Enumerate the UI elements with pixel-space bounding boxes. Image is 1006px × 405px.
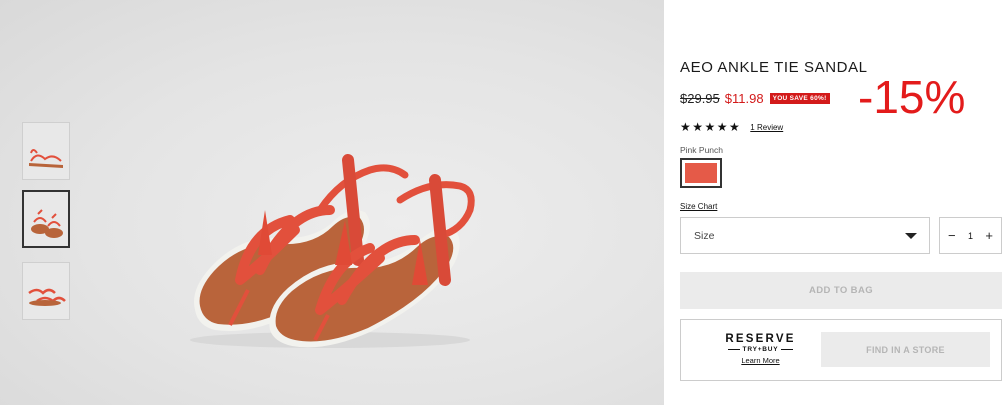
sale-price: $11.98 bbox=[724, 90, 764, 106]
reserve-logo: RESERVE TRY+BUY Learn More bbox=[703, 333, 818, 365]
quantity-stepper: − 1 + bbox=[939, 217, 1002, 254]
reserve-title: RESERVE bbox=[725, 333, 796, 345]
size-select[interactable]: Size bbox=[680, 217, 930, 254]
thumbnail-1[interactable] bbox=[22, 122, 70, 180]
quantity-value: 1 bbox=[967, 230, 973, 241]
thumbnail-3[interactable] bbox=[22, 262, 70, 320]
swatch-fill bbox=[685, 163, 717, 183]
caret-down-icon bbox=[905, 232, 917, 239]
quantity-minus-button[interactable]: − bbox=[948, 228, 956, 243]
find-in-store-button[interactable]: FIND IN A STORE bbox=[821, 332, 990, 367]
quantity-plus-button[interactable]: + bbox=[985, 228, 993, 243]
star-rating-icon: ★★★★★ bbox=[680, 120, 742, 134]
product-image-area bbox=[0, 0, 664, 405]
color-swatch-pink-punch[interactable] bbox=[680, 158, 722, 188]
thumbnail-2[interactable] bbox=[22, 190, 70, 248]
price-row: $29.95 $11.98 YOU SAVE 60%! bbox=[680, 90, 830, 106]
reviews-link[interactable]: 1 Review bbox=[750, 123, 783, 132]
add-to-bag-button[interactable]: ADD TO BAG bbox=[680, 272, 1002, 309]
size-select-label: Size bbox=[694, 229, 715, 242]
rating-row: ★★★★★ 1 Review bbox=[680, 120, 783, 134]
main-product-image bbox=[190, 154, 475, 348]
product-title: AEO ANKLE TIE SANDAL bbox=[680, 59, 868, 76]
original-price: $29.95 bbox=[680, 90, 720, 106]
size-chart-link[interactable]: Size Chart bbox=[680, 202, 717, 211]
product-info-panel: AEO ANKLE TIE SANDAL $29.95 $11.98 YOU S… bbox=[680, 0, 1002, 405]
color-label: Pink Punch bbox=[680, 145, 723, 155]
learn-more-link[interactable]: Learn More bbox=[703, 356, 818, 365]
save-badge: YOU SAVE 60%! bbox=[769, 92, 830, 104]
reserve-section: RESERVE TRY+BUY Learn More FIND IN A STO… bbox=[680, 319, 1002, 381]
discount-overlay: -15% bbox=[858, 71, 966, 123]
reserve-subtitle: TRY+BUY bbox=[703, 346, 818, 353]
